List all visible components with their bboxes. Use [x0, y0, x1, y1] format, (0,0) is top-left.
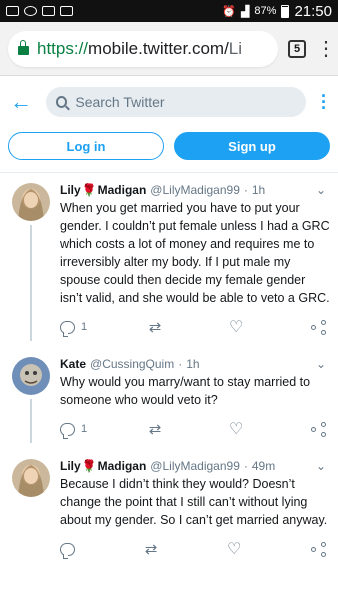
- kebab-menu-icon[interactable]: ⋮: [316, 39, 336, 59]
- share-icon: [310, 319, 326, 335]
- tweet[interactable]: Lily 🌹 Madigan @LilyMadigan99 · 49m ⌄ Be…: [0, 449, 338, 569]
- tweet-body: Lily 🌹 Madigan @LilyMadigan99 · 1h ⌄ Whe…: [54, 183, 330, 341]
- heart-icon: ♡: [228, 319, 244, 336]
- url-text: https://mobile.twitter.com/Li: [37, 38, 243, 58]
- display-name[interactable]: Lily: [60, 183, 81, 197]
- avatar[interactable]: [12, 357, 50, 395]
- retweet-icon: ⇄: [148, 319, 162, 336]
- separator: ·: [178, 357, 183, 371]
- alarm-icon: ⏰: [222, 5, 236, 18]
- display-name-suffix[interactable]: Madigan: [98, 183, 147, 197]
- tweet-text: Why would you marry/want to stay married…: [60, 375, 311, 407]
- lock-icon: [18, 40, 29, 55]
- auth-buttons: Log in Sign up: [0, 128, 338, 173]
- sms-icon: [60, 6, 73, 16]
- username[interactable]: @LilyMadigan99: [150, 183, 240, 197]
- tweet-actions: ⇄ ♡: [60, 529, 330, 563]
- search-icon: [56, 96, 68, 108]
- reply-button[interactable]: 1: [60, 320, 88, 337]
- battery-icon: [281, 4, 290, 18]
- battery-percent: 87%: [254, 5, 277, 17]
- retweet-button[interactable]: ⇄: [149, 420, 168, 438]
- like-button[interactable]: ♡: [229, 419, 249, 439]
- search-input[interactable]: [75, 94, 296, 110]
- timestamp[interactable]: 49m: [252, 459, 275, 473]
- tweet[interactable]: Kate @CussingQuim · 1h ⌄ Why would you m…: [0, 347, 338, 449]
- address-bar[interactable]: https://mobile.twitter.com/Li: [8, 30, 278, 67]
- tweet-actions: 1 ⇄ ♡: [60, 307, 330, 341]
- status-bar: ⏰ ▟ 87% 21:50: [0, 0, 338, 22]
- signup-button[interactable]: Sign up: [174, 132, 330, 160]
- tweet-body: Kate @CussingQuim · 1h ⌄ Why would you m…: [54, 357, 330, 443]
- thread-line: [30, 399, 32, 443]
- search-box[interactable]: [46, 87, 306, 117]
- separator: ·: [243, 183, 248, 197]
- more-options-icon[interactable]: · · ·: [320, 87, 328, 117]
- rose-emoji: 🌹: [81, 459, 97, 473]
- chevron-down-icon[interactable]: ⌄: [316, 459, 330, 473]
- signal-icon: ▟: [240, 5, 250, 18]
- timestamp[interactable]: 1h: [252, 183, 265, 197]
- separator: ·: [243, 459, 248, 473]
- like-button[interactable]: ♡: [229, 317, 249, 337]
- timestamp[interactable]: 1h: [186, 357, 199, 371]
- heart-icon: ♡: [226, 541, 242, 558]
- share-button[interactable]: [310, 421, 326, 437]
- share-button[interactable]: [310, 319, 326, 335]
- tab-switcher-button[interactable]: 5: [288, 39, 306, 58]
- reply-icon: [60, 320, 75, 337]
- share-icon: [310, 421, 326, 437]
- twitter-header: ← ···: [0, 76, 338, 128]
- tweet-actions: 1 ⇄ ♡: [60, 409, 330, 443]
- image-icon: [42, 6, 55, 16]
- tweet-body: Lily 🌹 Madigan @LilyMadigan99 · 49m ⌄ Be…: [54, 459, 330, 563]
- display-name[interactable]: Lily: [60, 459, 81, 473]
- tweet-header: Lily 🌹 Madigan @LilyMadigan99 · 1h ⌄: [60, 183, 330, 197]
- username[interactable]: @LilyMadigan99: [150, 459, 240, 473]
- avatar-column: [8, 357, 54, 443]
- tweet[interactable]: Lily 🌹 Madigan @LilyMadigan99 · 1h ⌄ Whe…: [0, 173, 338, 347]
- reply-button[interactable]: 1: [60, 422, 88, 439]
- display-name[interactable]: Kate: [60, 357, 86, 371]
- like-button[interactable]: ♡: [227, 539, 247, 559]
- share-button[interactable]: [310, 541, 326, 557]
- retweet-button[interactable]: ⇄: [145, 540, 164, 558]
- retweet-icon: ⇄: [148, 421, 162, 438]
- messenger-icon: [24, 6, 37, 16]
- avatar[interactable]: [12, 183, 50, 221]
- avatar[interactable]: [12, 459, 50, 497]
- avatar-column: [8, 459, 54, 563]
- share-icon: [310, 541, 326, 557]
- retweet-icon: ⇄: [144, 541, 158, 558]
- avatar-column: [8, 183, 54, 341]
- reply-count: 1: [81, 423, 88, 435]
- reply-icon: [60, 542, 75, 559]
- system-icons: ⏰ ▟ 87% 21:50: [222, 3, 332, 20]
- reply-button[interactable]: [60, 542, 81, 559]
- mail-icon: [6, 6, 19, 16]
- tweet-header: Kate @CussingQuim · 1h ⌄: [60, 357, 330, 371]
- reply-icon: [60, 422, 75, 439]
- chevron-down-icon[interactable]: ⌄: [316, 357, 330, 371]
- display-name-suffix[interactable]: Madigan: [98, 459, 147, 473]
- rose-emoji: 🌹: [81, 183, 97, 197]
- username[interactable]: @CussingQuim: [90, 357, 174, 371]
- back-arrow-icon[interactable]: ←: [10, 89, 32, 115]
- browser-toolbar: https://mobile.twitter.com/Li 5 ⋮: [0, 22, 338, 76]
- tweet-text: Because I didn’t think they would? Doesn…: [60, 477, 328, 527]
- login-button[interactable]: Log in: [8, 132, 164, 160]
- tweet-header: Lily 🌹 Madigan @LilyMadigan99 · 49m ⌄: [60, 459, 330, 473]
- thread-line: [30, 225, 32, 341]
- clock: 21:50: [294, 2, 332, 20]
- notification-icons: [6, 6, 73, 16]
- reply-count: 1: [81, 321, 88, 333]
- tweet-text: When you get married you have to put you…: [60, 201, 330, 305]
- chevron-down-icon[interactable]: ⌄: [316, 183, 330, 197]
- heart-icon: ♡: [228, 421, 244, 438]
- retweet-button[interactable]: ⇄: [149, 318, 168, 336]
